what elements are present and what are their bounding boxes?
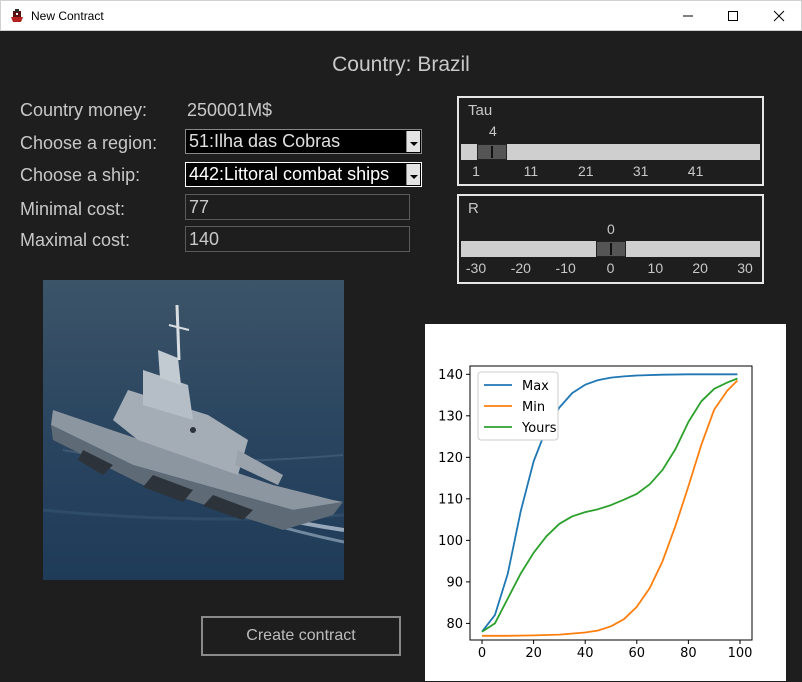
r-slider-group: R 0 -30 -20 -10 0 10 20 30 xyxy=(457,194,764,284)
y-tick-label: 100 xyxy=(438,534,463,549)
region-select-value: 51:Ilha das Cobras xyxy=(189,131,341,151)
r-slider[interactable] xyxy=(461,241,760,257)
tau-label: Tau xyxy=(468,102,493,119)
x-tick-label: 60 xyxy=(629,646,646,661)
max-cost-label: Maximal cost: xyxy=(20,230,131,250)
min-cost-field[interactable]: 77 xyxy=(185,194,410,220)
ship-app-icon xyxy=(11,9,23,22)
legend-label-min: Min xyxy=(522,400,545,415)
ship-select-value: 442:Littoral combat ships xyxy=(189,164,390,184)
r-tick-label: -10 xyxy=(555,260,576,276)
country-title: Country: Brazil xyxy=(332,53,470,76)
y-tick-label: 80 xyxy=(446,617,463,632)
r-tick-label: -30 xyxy=(465,260,487,276)
tau-tick-label: 1 xyxy=(472,163,480,179)
r-label: R xyxy=(468,200,479,217)
close-button[interactable] xyxy=(756,1,802,31)
tau-slider-group: Tau 4 1 11 21 31 41 xyxy=(457,96,764,186)
maximize-icon xyxy=(728,11,738,21)
x-tick-label: 80 xyxy=(680,646,697,661)
r-tick-label: 20 xyxy=(692,260,708,276)
cost-chart: 0 20 40 60 80 100 80 90 100 110 120 130 140 Max Min You… xyxy=(438,365,753,661)
y-tick-label: 140 xyxy=(438,368,463,383)
r-tick-label: 10 xyxy=(647,260,664,276)
y-tick-label: 120 xyxy=(438,451,463,466)
max-cost-value: 140 xyxy=(189,229,220,249)
y-tick-label: 90 xyxy=(446,575,463,590)
ship-label: Choose a ship: xyxy=(20,165,141,185)
x-tick-label: 20 xyxy=(525,646,542,661)
r-tick-label: -20 xyxy=(510,260,531,276)
tau-tick-label: 41 xyxy=(687,163,704,179)
tau-value: 4 xyxy=(489,123,497,139)
cost-chart-panel: 0 20 40 60 80 100 80 90 100 110 120 130 140 Max Min You… xyxy=(425,324,786,681)
r-tick-label: 30 xyxy=(737,260,753,276)
tau-slider[interactable] xyxy=(461,144,760,160)
tau-tick-label: 31 xyxy=(632,163,649,179)
ship-photo xyxy=(43,280,344,580)
y-tick-label: 130 xyxy=(438,409,463,424)
tau-tick-label: 11 xyxy=(523,163,539,179)
y-tick-label: 110 xyxy=(438,492,463,507)
minimize-icon xyxy=(683,15,693,17)
tau-slider-thumb[interactable] xyxy=(477,144,508,160)
chevron-down-icon[interactable] xyxy=(406,164,420,185)
create-contract-button[interactable]: Create contract xyxy=(201,616,401,656)
tau-tick-label: 21 xyxy=(577,163,594,179)
region-select[interactable]: 51:Ilha das Cobras xyxy=(185,129,422,154)
legend-label-yours: Yours xyxy=(521,421,557,436)
r-tick-label: 0 xyxy=(606,260,615,276)
chevron-down-icon[interactable] xyxy=(406,131,420,152)
r-slider-thumb[interactable] xyxy=(595,241,626,257)
region-label: Choose a region: xyxy=(20,133,158,153)
legend-label-max: Max xyxy=(522,379,549,394)
x-tick-label: 40 xyxy=(577,646,594,661)
minimize-button[interactable] xyxy=(665,1,711,31)
x-tick-label: 100 xyxy=(728,646,753,661)
maximize-button[interactable] xyxy=(710,1,756,31)
close-icon xyxy=(773,10,785,22)
x-tick-label: 0 xyxy=(478,646,486,661)
ship-photo-graphic xyxy=(43,280,344,580)
window-client-area: Country: Brazil Country money: 250001M$ … xyxy=(1,31,801,681)
window-titlebar: New Contract xyxy=(0,0,802,31)
min-cost-label: Minimal cost: xyxy=(20,199,126,219)
ship-select[interactable]: 442:Littoral combat ships xyxy=(185,162,422,187)
min-cost-value: 77 xyxy=(189,197,210,217)
window-title: New Contract xyxy=(31,9,104,23)
country-money-value: 250001M$ xyxy=(187,100,273,120)
r-value: 0 xyxy=(607,221,615,237)
max-cost-field[interactable]: 140 xyxy=(185,226,410,252)
country-money-label: Country money: xyxy=(20,100,148,120)
